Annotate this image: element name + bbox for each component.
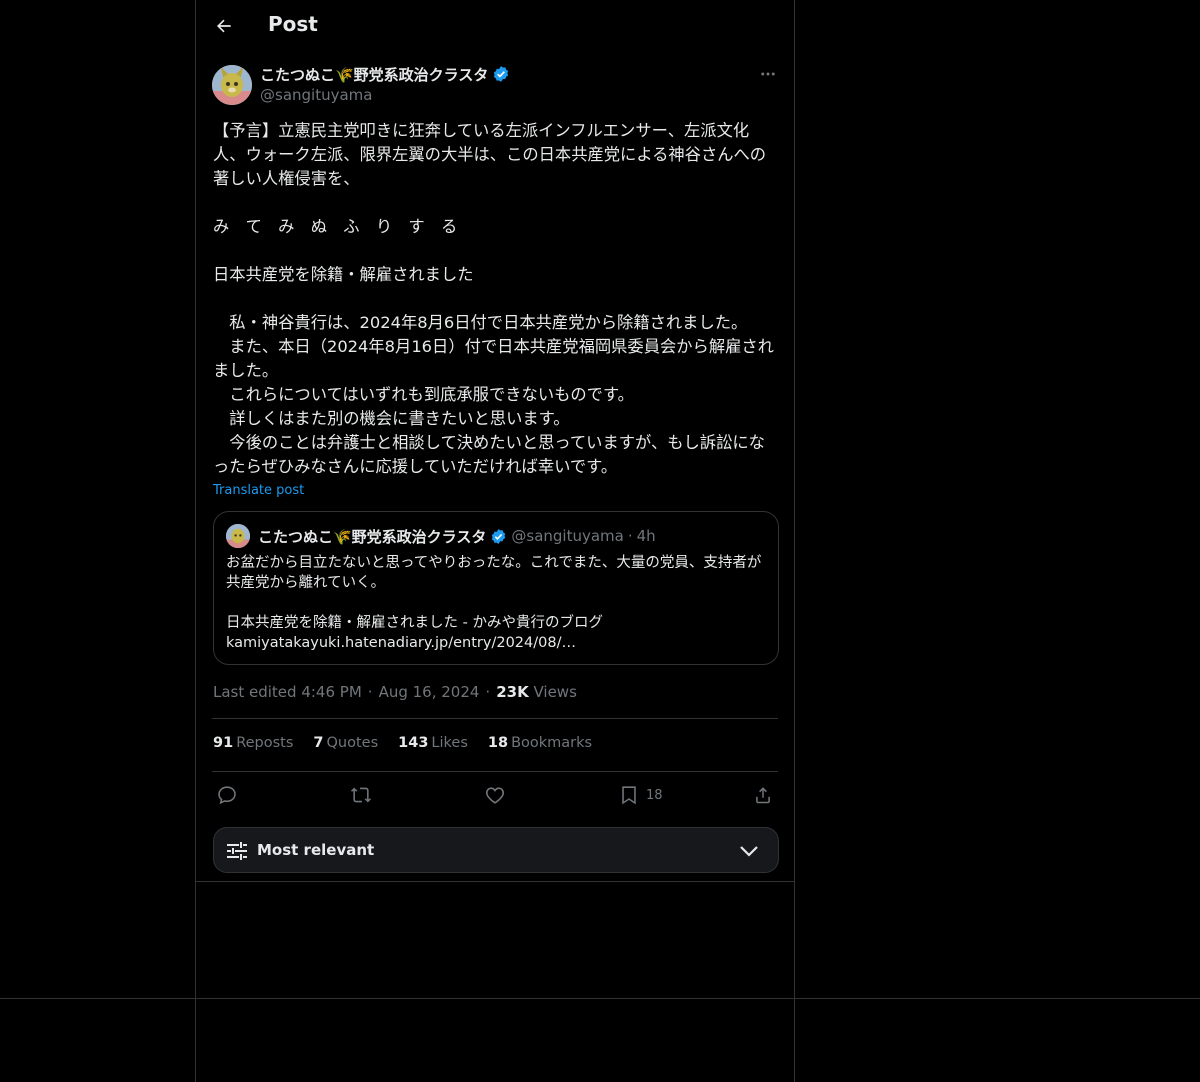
avatar-image bbox=[212, 65, 252, 105]
post-text: 【予言】立憲民主党叩きに狂奔している左派インフルエンサー、左派文化人、ウォーク左… bbox=[213, 121, 774, 476]
divider bbox=[196, 881, 794, 882]
verified-badge-icon bbox=[492, 528, 506, 544]
divider bbox=[212, 718, 778, 719]
quote-author-handle: @sangituyama bbox=[511, 527, 624, 545]
chevron-down-icon bbox=[740, 846, 758, 857]
sort-replies-dropdown[interactable]: Most relevant bbox=[213, 827, 779, 873]
avatar[interactable] bbox=[212, 65, 252, 105]
quotes-count: 7 bbox=[313, 735, 324, 751]
reply-button[interactable] bbox=[216, 783, 238, 807]
likes-stat[interactable]: 143 Likes bbox=[398, 735, 468, 751]
bookmark-count: 18 bbox=[646, 787, 663, 803]
post-meta: Last edited 4:46 PM · Aug 16, 2024 · 23K… bbox=[213, 683, 577, 701]
more-icon bbox=[761, 72, 775, 76]
repost-icon bbox=[351, 787, 371, 803]
engagement-stats: 91 Reposts 7 Quotes 143 Likes 18 Bookmarks bbox=[213, 735, 592, 751]
bookmarks-label: Bookmarks bbox=[511, 735, 593, 751]
reposts-stat[interactable]: 91 Reposts bbox=[213, 735, 293, 751]
sort-sliders-icon bbox=[227, 842, 247, 860]
quote-text: お盆だから目立たないと思ってやりおったな。これでまた、大量の党員、支持者が共産党… bbox=[226, 555, 762, 651]
quote-avatar bbox=[226, 524, 250, 548]
quoted-post[interactable]: こたつぬこ🌾野党系政治クラスタ @sangituyama · 4h お盆だから目… bbox=[213, 511, 779, 665]
edited-time[interactable]: Last edited 4:46 PM bbox=[213, 683, 362, 701]
translate-post-link[interactable]: Translate post bbox=[213, 483, 304, 498]
meta-separator: · bbox=[367, 683, 373, 701]
author-name[interactable]: こたつぬこ🌾野党系政治クラスタ bbox=[260, 64, 488, 85]
likes-label: Likes bbox=[431, 735, 468, 751]
reply-icon bbox=[218, 786, 236, 805]
primary-column: Post こたつぬこ🌾野党系政治クラスタ @sangituyama 【予言】立憲… bbox=[195, 0, 795, 1082]
share-icon bbox=[756, 787, 770, 804]
page-title: Post bbox=[268, 12, 318, 36]
reposts-label: Reposts bbox=[236, 735, 294, 751]
views-label: Views bbox=[533, 683, 577, 701]
like-icon bbox=[485, 787, 505, 804]
like-button[interactable] bbox=[484, 783, 506, 807]
quotes-label: Quotes bbox=[326, 735, 379, 751]
bookmark-button[interactable]: 18 bbox=[618, 783, 663, 807]
share-button[interactable] bbox=[752, 783, 774, 807]
quote-separator: · bbox=[627, 527, 633, 545]
quote-author-name: こたつぬこ🌾野党系政治クラスタ bbox=[258, 527, 487, 546]
verified-badge-icon bbox=[494, 66, 509, 82]
quotes-stat[interactable]: 7 Quotes bbox=[313, 735, 378, 751]
meta-separator: · bbox=[485, 683, 491, 701]
author-handle[interactable]: @sangituyama bbox=[260, 86, 510, 104]
sort-label: Most relevant bbox=[257, 841, 375, 859]
quote-time: 4h bbox=[636, 527, 656, 545]
views-count: 23K bbox=[496, 683, 529, 701]
repost-button[interactable] bbox=[350, 783, 372, 807]
post-date[interactable]: Aug 16, 2024 bbox=[379, 683, 480, 701]
back-button[interactable] bbox=[212, 14, 236, 38]
author-info: こたつぬこ🌾野党系政治クラスタ @sangituyama bbox=[260, 64, 510, 104]
likes-count: 143 bbox=[398, 735, 429, 751]
page-header: Post bbox=[196, 0, 794, 53]
divider bbox=[0, 998, 1200, 999]
views-stat: 23K Views bbox=[496, 683, 577, 701]
bookmarks-stat[interactable]: 18 Bookmarks bbox=[488, 735, 592, 751]
more-button[interactable] bbox=[758, 64, 778, 84]
back-arrow-icon bbox=[217, 19, 231, 33]
reposts-count: 91 bbox=[213, 735, 234, 751]
divider bbox=[212, 771, 778, 772]
bookmark-icon bbox=[622, 786, 636, 805]
bookmarks-count: 18 bbox=[487, 735, 509, 751]
